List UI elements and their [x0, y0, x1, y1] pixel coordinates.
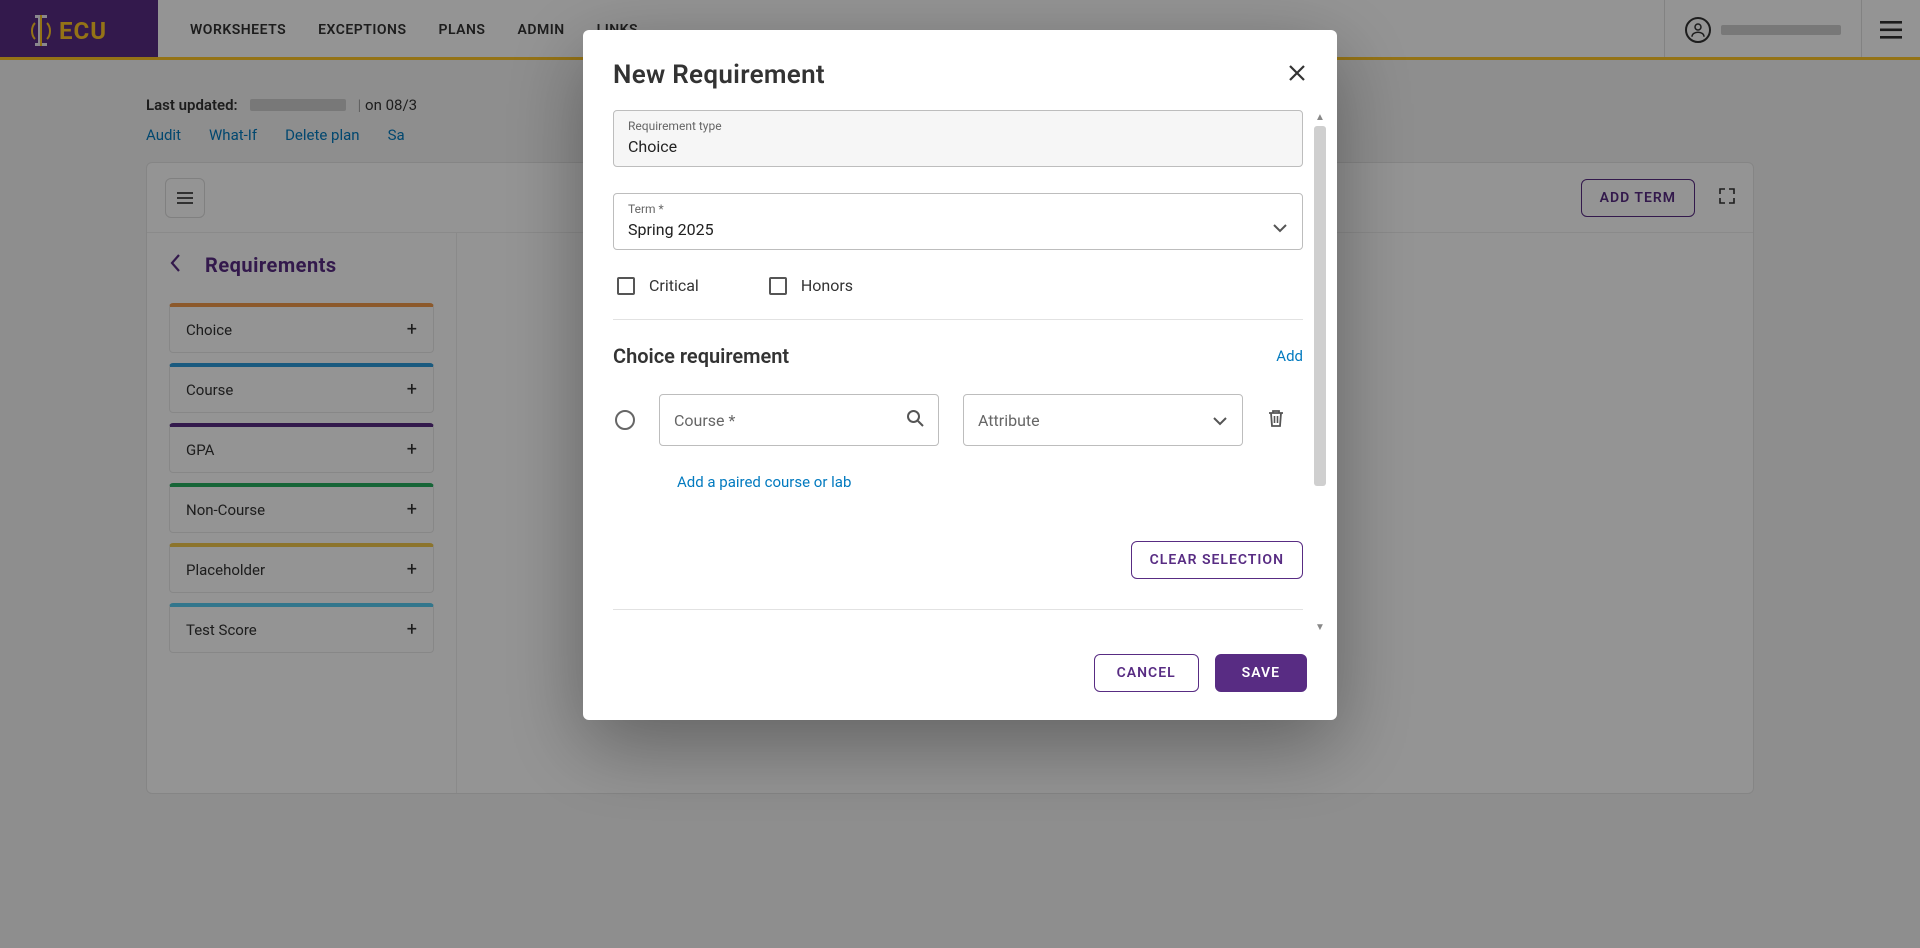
honors-checkbox[interactable]: Honors [769, 276, 853, 295]
scroll-up-icon: ▲ [1312, 110, 1328, 124]
scroll-thumb[interactable] [1314, 126, 1326, 486]
course-placeholder: Course * [674, 411, 735, 430]
requirement-type-value: Choice [628, 133, 677, 156]
modal-scroll-area: Requirement type Choice Term * Spring 20… [583, 110, 1337, 634]
checkbox-icon [769, 277, 787, 295]
requirement-type-label: Requirement type [628, 119, 1288, 133]
clear-selection-button[interactable]: CLEAR SELECTION [1131, 541, 1303, 579]
modal-scrollbar[interactable]: ▲ ▼ [1311, 110, 1329, 634]
critical-label: Critical [649, 276, 699, 295]
chevron-down-icon [1272, 218, 1288, 237]
requirement-type-field: Requirement type Choice [613, 110, 1303, 167]
delete-choice-button[interactable] [1267, 408, 1285, 432]
save-button[interactable]: SAVE [1215, 654, 1307, 692]
add-paired-course-link[interactable]: Add a paired course or lab [677, 473, 851, 491]
search-icon [906, 409, 924, 431]
divider [613, 609, 1303, 610]
critical-checkbox[interactable]: Critical [617, 276, 699, 295]
modal-title: New Requirement [613, 60, 825, 90]
choice-section-title: Choice requirement [613, 344, 789, 368]
chevron-down-icon [1212, 411, 1228, 430]
cancel-button[interactable]: CANCEL [1094, 654, 1199, 692]
choice-radio[interactable] [615, 410, 635, 430]
close-icon [1287, 63, 1307, 83]
modal-close-button[interactable] [1287, 63, 1307, 87]
honors-label: Honors [801, 276, 853, 295]
term-value: Spring 2025 [628, 216, 714, 239]
trash-icon [1267, 408, 1285, 428]
flags-row: Critical Honors [613, 276, 1303, 319]
attribute-placeholder: Attribute [978, 411, 1040, 430]
checkbox-icon [617, 277, 635, 295]
modal-overlay[interactable]: New Requirement Requirement type Choice … [0, 0, 1920, 948]
add-choice-link[interactable]: Add [1276, 347, 1303, 365]
term-field[interactable]: Term * Spring 2025 [613, 193, 1303, 250]
course-field[interactable]: Course * [659, 394, 939, 446]
scroll-down-icon: ▼ [1312, 620, 1328, 634]
attribute-field[interactable]: Attribute [963, 394, 1243, 446]
choice-section-head: Choice requirement Add [613, 344, 1303, 368]
modal-footer: CANCEL SAVE [583, 634, 1337, 720]
modal-header: New Requirement [583, 30, 1337, 110]
term-label: Term * [628, 202, 1288, 216]
choice-row: Course * Attribute [613, 394, 1303, 446]
divider [613, 319, 1303, 320]
new-requirement-modal: New Requirement Requirement type Choice … [583, 30, 1337, 720]
